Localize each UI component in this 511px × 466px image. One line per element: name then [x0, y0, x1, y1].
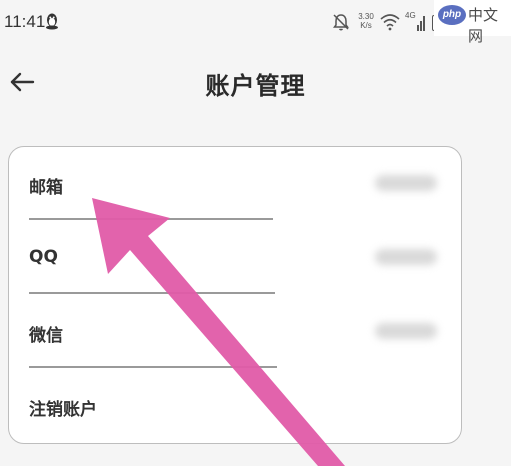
account-item-label: 邮箱: [29, 178, 63, 198]
bell-muted-icon: [333, 14, 349, 31]
account-item-label: 微信: [29, 326, 63, 346]
blurred-value: [375, 175, 437, 191]
blurred-value: [375, 323, 437, 339]
account-item-wechat[interactable]: 微信: [9, 295, 461, 369]
divider: [29, 292, 275, 294]
divider: [29, 366, 277, 368]
page-title: 账户管理: [205, 72, 306, 100]
watermark: php 中文网: [434, 0, 511, 45]
blurred-value: [375, 249, 437, 265]
wifi-icon: [380, 14, 400, 31]
divider: [29, 218, 273, 220]
network-speed: 3.30 K/s: [357, 12, 375, 30]
network-speed-value: 3.30: [358, 12, 374, 21]
status-time: 11:41: [4, 12, 46, 31]
account-item-email[interactable]: 邮箱: [9, 147, 461, 221]
account-item-qq[interactable]: QQ: [9, 221, 461, 295]
watermark-text: 中文网: [468, 6, 499, 45]
account-settings-card: 邮箱 QQ 微信 注销账户: [8, 146, 462, 444]
signal-icon: [417, 16, 425, 31]
qq-penguin-icon: [46, 13, 58, 30]
account-item-deactivate[interactable]: 注销账户: [9, 369, 461, 443]
network-speed-unit: K/s: [360, 21, 372, 30]
page-header: 账户管理: [0, 52, 511, 112]
account-item-label: QQ: [29, 247, 58, 267]
watermark-logo: php: [438, 5, 466, 25]
account-item-label: 注销账户: [29, 400, 97, 420]
